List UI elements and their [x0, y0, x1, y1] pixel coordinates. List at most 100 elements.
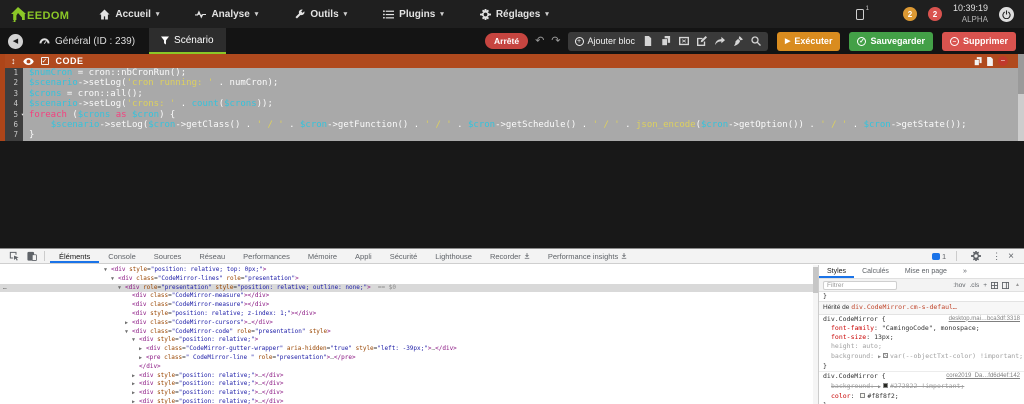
css-property[interactable]: background: ▶ var(--objectTxt-color) !imp…: [819, 352, 1024, 362]
tree-row[interactable]: ▶ <pre class=" CodeMirror-line " role="pr…: [0, 354, 818, 363]
tree-row[interactable]: <div class="CodeMirror-measure"></div>: [0, 301, 818, 310]
styles-tab[interactable]: Styles: [819, 265, 854, 278]
styles-tab[interactable]: Calculés: [854, 265, 897, 278]
stylesheet-source-link[interactable]: desktop.mai…bca3df:3318: [949, 315, 1020, 324]
paste-block-icon[interactable]: [986, 56, 994, 66]
fold-icon[interactable]: ▾: [21, 110, 24, 120]
chevron-collapsed-icon[interactable]: ▶: [132, 372, 139, 381]
add-block-button[interactable]: + Ajouter bloc: [574, 36, 635, 46]
redo-icon[interactable]: ↷: [551, 35, 560, 47]
devtools-menu-icon[interactable]: ⋮: [992, 251, 1001, 262]
save-button[interactable]: ✓ Sauvegarder: [849, 31, 933, 51]
code-line[interactable]: 5 ▾ foreach ($crons as $cron) {: [5, 109, 1024, 120]
grid-toggle-icon[interactable]: [991, 281, 999, 289]
color-swatch[interactable]: [882, 383, 888, 389]
tab-general[interactable]: Général (ID : 239): [39, 36, 135, 47]
code-line[interactable]: 2 $scenario->setLog('cron running: ' . nu…: [5, 78, 1024, 89]
devtools-tab[interactable]: Lighthouse: [426, 249, 481, 263]
nav-item-outils[interactable]: Outils ▾: [294, 9, 347, 20]
nav-item-accueil[interactable]: Accueil ▾: [99, 9, 159, 20]
error-badge[interactable]: 2: [927, 7, 942, 21]
devtools-tab[interactable]: Réseau: [190, 249, 234, 263]
chevron-expanded-icon[interactable]: ▼: [111, 275, 118, 284]
nav-item-réglages[interactable]: Réglages ▾: [479, 8, 549, 20]
chevron-collapsed-icon[interactable]: ▶: [139, 354, 146, 363]
tree-row[interactable]: ▶ <div style="position: relative;">…</div…: [0, 389, 818, 398]
inspect-element-icon[interactable]: [9, 251, 19, 261]
tree-scrollbar[interactable]: [813, 265, 818, 404]
styles-toolbar-button[interactable]: :hov: [953, 282, 965, 289]
settings-gear-icon[interactable]: [971, 251, 982, 261]
devtools-tab[interactable]: Console: [99, 249, 145, 263]
expand-triangle-icon[interactable]: ▶: [878, 354, 881, 360]
devtools-tab[interactable]: Recorder: [481, 249, 539, 263]
editor-scrollbar-thumb[interactable]: [1018, 54, 1024, 94]
nav-item-analyse[interactable]: Analyse ▾: [195, 9, 258, 20]
tree-row[interactable]: ▼ <div style="position: relative; top: 0p…: [0, 266, 818, 275]
css-property[interactable]: height: auto;: [819, 342, 1024, 351]
styles-toolbar-button[interactable]: .cls: [970, 282, 980, 289]
enabled-checkbox[interactable]: ✓: [40, 57, 49, 65]
color-swatch[interactable]: [882, 353, 888, 359]
code-line[interactable]: 7}: [5, 130, 1024, 141]
tree-row[interactable]: <div style="position: relative; z-index:…: [0, 310, 818, 319]
tree-row[interactable]: ▶ <div style="position: relative;">…</div…: [0, 380, 818, 389]
expand-triangle-icon[interactable]: ▶: [878, 384, 881, 390]
copy-block-icon[interactable]: [974, 56, 982, 66]
code-line[interactable]: 4 $scenario->setLog('crons: ' . count($cr…: [5, 99, 1024, 110]
css-property[interactable]: font-family: "CamingoCode", monospace;: [819, 324, 1024, 333]
tree-scrollbar-thumb[interactable]: [813, 267, 818, 293]
code-line[interactable]: 6 $scenario->setLog($cron->getClass() . …: [5, 119, 1024, 131]
tree-row[interactable]: ▶ <div class="CodeMirror-gutter-wrapper" …: [0, 345, 818, 354]
log-screen-icon[interactable]: [679, 36, 690, 46]
chevron-expanded-icon[interactable]: ▼: [132, 336, 139, 345]
devtools-tab[interactable]: Mémoire: [299, 249, 346, 263]
styles-filter-input[interactable]: [823, 280, 897, 290]
chevron-collapsed-icon[interactable]: ▶: [125, 319, 132, 328]
execute-button[interactable]: ▶ Exécuter: [777, 31, 841, 51]
eye-icon[interactable]: [22, 57, 34, 65]
devtools-tab[interactable]: Sources: [145, 249, 191, 263]
chevron-collapsed-icon[interactable]: ▶: [139, 345, 146, 354]
code-editor[interactable]: 1 $numCron = cron::nbCronRun(); 2 $scenario…: [0, 68, 1024, 141]
css-property[interactable]: background: ▶ #272822 !important;: [819, 382, 1024, 392]
tree-row[interactable]: ▶ <div style="position: relative;">…</div…: [0, 372, 818, 381]
devtools-tab[interactable]: Performances: [234, 249, 299, 263]
chevron-expanded-icon[interactable]: ▼: [125, 328, 132, 337]
tab-scenario[interactable]: Scénario: [149, 28, 226, 54]
tree-row[interactable]: <div class="CodeMirror-measure"></div>: [0, 292, 818, 301]
share-icon[interactable]: [715, 36, 726, 46]
status-badge[interactable]: Arrêté: [485, 33, 529, 49]
tree-row[interactable]: ▶ <div class="CodeMirror-cursors">…</div>: [0, 319, 818, 328]
color-swatch[interactable]: [860, 393, 866, 399]
tree-row[interactable]: ▼ <div class="CodeMirror-lines" role="pre…: [0, 275, 818, 284]
stylesheet-source-link[interactable]: core2019_Da…fd6d4ef:142: [946, 372, 1020, 381]
chevron-collapsed-icon[interactable]: ▶: [132, 380, 139, 389]
css-property[interactable]: color: #f8f8f2;: [819, 392, 1024, 401]
styles-toolbar-button[interactable]: +: [983, 282, 987, 289]
inherited-selector-link[interactable]: div.CodeMirror.cm-s-defaul…: [851, 303, 957, 311]
devtools-tab[interactable]: Performance insights: [539, 249, 636, 263]
nav-item-plugins[interactable]: Plugins ▾: [383, 9, 444, 20]
css-property[interactable]: font-size: 13px;: [819, 333, 1024, 342]
sidebar-layout-icon[interactable]: [1002, 281, 1010, 289]
devtools-tab[interactable]: Éléments: [50, 249, 99, 263]
code-line[interactable]: 3 $crons = cron::all();: [5, 88, 1024, 100]
chevron-collapsed-icon[interactable]: ▶: [132, 389, 139, 398]
export-file-icon[interactable]: [643, 36, 653, 46]
delete-button[interactable]: – Supprimer: [941, 31, 1016, 51]
issues-counter[interactable]: 1: [931, 252, 946, 261]
broom-icon[interactable]: [733, 36, 744, 46]
drag-handle-icon[interactable]: ↕: [11, 56, 16, 66]
chevron-collapsed-icon[interactable]: ▶: [132, 398, 139, 404]
editor-scrollbar[interactable]: [1018, 54, 1024, 141]
connected-device-indicator[interactable]: 1: [855, 6, 869, 20]
edit-icon[interactable]: [697, 36, 708, 46]
devtools-close-icon[interactable]: ×: [1008, 251, 1014, 262]
back-button[interactable]: ◀: [8, 33, 23, 49]
remove-block-icon[interactable]: –: [998, 56, 1008, 66]
tree-row[interactable]: ▼ <div class="CodeMirror-code" role="pres…: [0, 328, 818, 337]
undo-icon[interactable]: ↶: [535, 35, 544, 47]
tree-row[interactable]: ▶ <div style="position: relative;">…</div…: [0, 398, 818, 404]
warning-badge[interactable]: 2: [902, 7, 917, 21]
